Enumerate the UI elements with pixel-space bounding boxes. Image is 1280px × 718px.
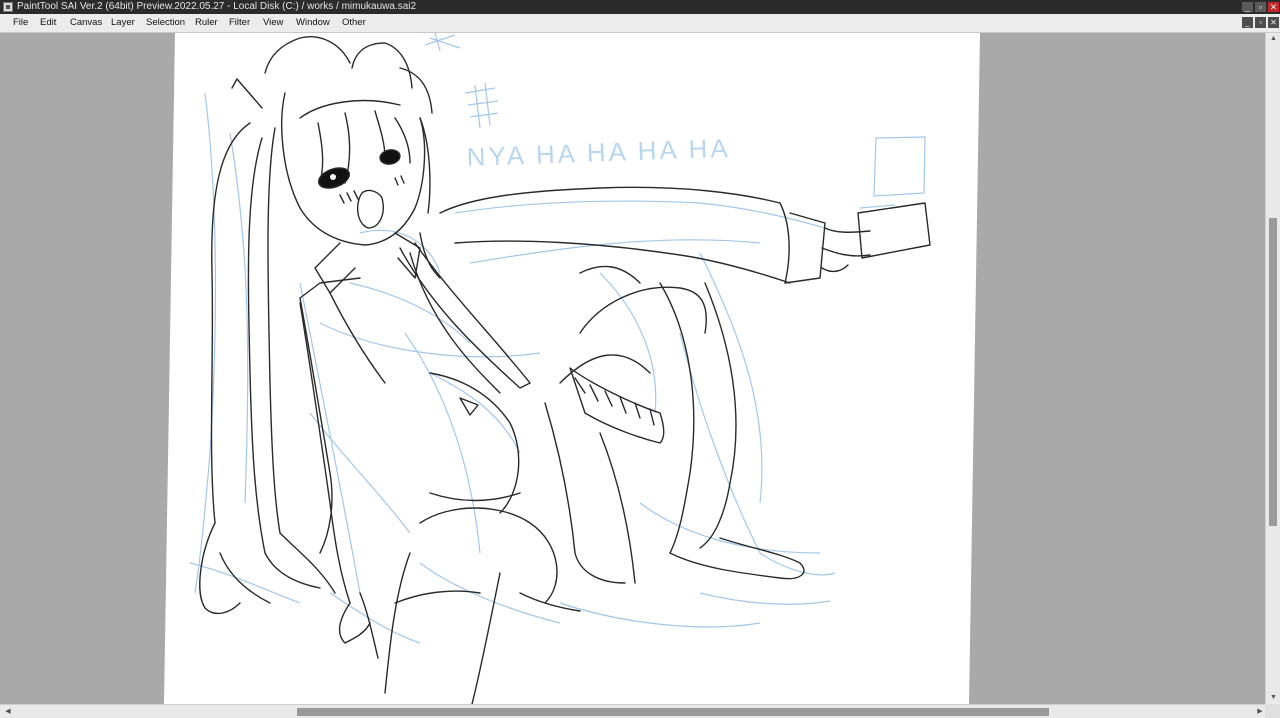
horizontal-scroll-thumb[interactable]: [297, 708, 1049, 716]
menu-canvas[interactable]: Canvas: [70, 14, 102, 32]
scroll-up-arrow[interactable]: ▲: [1266, 33, 1280, 45]
horizontal-scrollbar[interactable]: ◀ ▶: [0, 704, 1280, 718]
menu-window[interactable]: Window: [296, 14, 330, 32]
menu-ruler[interactable]: Ruler: [195, 14, 218, 32]
menu-layer[interactable]: Layer: [111, 14, 135, 32]
scroll-left-arrow[interactable]: ◀: [2, 705, 14, 718]
menu-view[interactable]: View: [263, 14, 283, 32]
menu-edit[interactable]: Edit: [40, 14, 56, 32]
menu-selection[interactable]: Selection: [146, 14, 185, 32]
canvas-paper: [164, 33, 980, 704]
menu-other[interactable]: Other: [342, 14, 366, 32]
document-restore-button[interactable]: ▫: [1255, 17, 1266, 28]
document-minimize-button[interactable]: _: [1242, 17, 1253, 28]
document-close-button[interactable]: ✕: [1268, 17, 1279, 28]
scroll-down-arrow[interactable]: ▼: [1266, 692, 1280, 704]
canvas-workspace[interactable]: NYA HA HA HA HA: [0, 33, 1265, 704]
scrollbar-corner: [1265, 704, 1280, 718]
menu-bar: File Edit Canvas Layer Selection Ruler F…: [0, 14, 1280, 33]
vertical-scroll-thumb[interactable]: [1269, 218, 1277, 526]
vertical-scrollbar[interactable]: ▲ ▼: [1265, 33, 1280, 704]
close-button[interactable]: ✕: [1268, 2, 1279, 12]
menu-file[interactable]: File: [13, 14, 28, 32]
title-bar: PaintTool SAI Ver.2 (64bit) Preview.2022…: [0, 0, 1280, 14]
app-icon[interactable]: [3, 2, 13, 12]
menu-filter[interactable]: Filter: [229, 14, 250, 32]
maximize-button[interactable]: ▫: [1255, 2, 1266, 12]
window-title: PaintTool SAI Ver.2 (64bit) Preview.2022…: [17, 1, 417, 12]
minimize-button[interactable]: _: [1242, 2, 1253, 12]
canvas-document[interactable]: NYA HA HA HA HA: [0, 33, 1265, 704]
